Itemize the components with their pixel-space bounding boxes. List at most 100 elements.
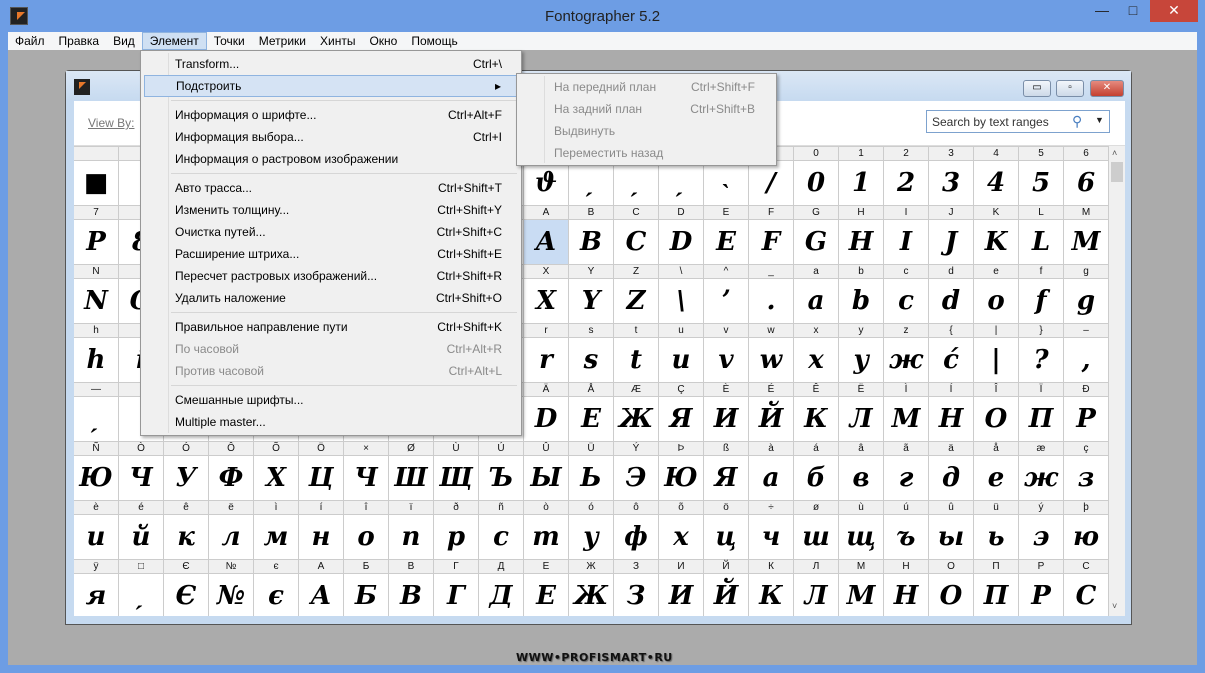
- search-input[interactable]: Search by text ranges ⚲ ▼: [926, 110, 1110, 133]
- glyph-cell[interactable]: ь: [974, 515, 1019, 559]
- glyph-cell[interactable]: э: [1019, 515, 1064, 559]
- glyph-cell[interactable]: H: [839, 220, 884, 264]
- glyph-cell[interactable]: Н: [929, 397, 974, 441]
- glyph-cell[interactable]: a: [794, 279, 839, 323]
- glyph-cell[interactable]: г: [884, 456, 929, 500]
- menu-item[interactable]: Информация о шрифте... Ctrl+Alt+F: [144, 104, 518, 126]
- glyph-cell[interactable]: 5: [1019, 161, 1064, 205]
- glyph-cell[interactable]: у: [569, 515, 614, 559]
- glyph-cell[interactable]: М: [884, 397, 929, 441]
- glyph-cell[interactable]: О: [929, 574, 974, 616]
- menu-6[interactable]: Хинты: [313, 32, 362, 50]
- glyph-cell[interactable]: /: [749, 161, 794, 205]
- glyph-cell[interactable]: r: [524, 338, 569, 382]
- glyph-cell[interactable]: 1: [839, 161, 884, 205]
- glyph-cell[interactable]: E: [704, 220, 749, 264]
- glyph-cell[interactable]: В: [389, 574, 434, 616]
- menu-0[interactable]: Файл: [8, 32, 52, 50]
- glyph-cell[interactable]: ъ: [884, 515, 929, 559]
- glyph-cell[interactable]: о: [344, 515, 389, 559]
- glyph-cell[interactable]: с: [479, 515, 524, 559]
- glyph-cell[interactable]: o: [974, 279, 1019, 323]
- view-by-link[interactable]: View By:: [88, 116, 134, 130]
- scroll-down-icon[interactable]: ˅: [1112, 601, 1117, 611]
- menu-5[interactable]: Метрики: [252, 32, 313, 50]
- submenu-item[interactable]: Выдвинуть: [520, 120, 775, 142]
- glyph-cell[interactable]: Ь: [569, 456, 614, 500]
- glyph-cell[interactable]: B: [569, 220, 614, 264]
- glyph-cell[interactable]: N: [74, 279, 119, 323]
- menu-item[interactable]: Авто трасса... Ctrl+Shift+T: [144, 177, 518, 199]
- glyph-cell[interactable]: Ц: [299, 456, 344, 500]
- glyph-cell[interactable]: т: [524, 515, 569, 559]
- menu-item[interactable]: Информация выбора... Ctrl+I: [144, 126, 518, 148]
- glyph-cell[interactable]: ʼ: [704, 279, 749, 323]
- glyph-cell[interactable]: f: [1019, 279, 1064, 323]
- glyph-cell[interactable]: ˏ: [614, 161, 659, 205]
- glyph-cell[interactable]: Щ: [434, 456, 479, 500]
- glyph-cell[interactable]: ˴: [704, 161, 749, 205]
- glyph-cell[interactable]: M: [1064, 220, 1109, 264]
- glyph-cell[interactable]: Е: [524, 574, 569, 616]
- glyph-cell[interactable]: З: [614, 574, 659, 616]
- glyph-cell[interactable]: K: [974, 220, 1019, 264]
- glyph-cell[interactable]: п: [389, 515, 434, 559]
- glyph-cell[interactable]: J: [929, 220, 974, 264]
- font-window-icon[interactable]: [74, 79, 90, 95]
- glyph-cell[interactable]: y: [839, 338, 884, 382]
- glyph-cell[interactable]: Ю: [659, 456, 704, 500]
- menu-item[interactable]: Пересчет растровых изображений... Ctrl+Sh…: [144, 265, 518, 287]
- glyph-cell[interactable]: ϑ: [524, 161, 569, 205]
- glyph-cell[interactable]: |: [974, 338, 1019, 382]
- menu-item[interactable]: Информация о растровом изображении: [144, 148, 518, 170]
- glyph-cell[interactable]: Й: [749, 397, 794, 441]
- menu-item[interactable]: Расширение штриха... Ctrl+Shift+E: [144, 243, 518, 265]
- glyph-cell[interactable]: з: [1064, 456, 1109, 500]
- glyph-cell[interactable]: 3: [929, 161, 974, 205]
- glyph-cell[interactable]: р: [434, 515, 479, 559]
- glyph-cell[interactable]: Г: [434, 574, 479, 616]
- glyph-cell[interactable]: 2: [884, 161, 929, 205]
- glyph-cell[interactable]: Р: [1064, 397, 1109, 441]
- glyph-cell[interactable]: ■: [74, 161, 119, 205]
- glyph-cell[interactable]: ы: [929, 515, 974, 559]
- menu-item[interactable]: Очистка путей... Ctrl+Shift+C: [144, 221, 518, 243]
- maximize-button[interactable]: □: [1118, 0, 1148, 22]
- submenu-item[interactable]: Переместить назад: [520, 142, 775, 164]
- glyph-cell[interactable]: л: [209, 515, 254, 559]
- glyph-cell[interactable]: Ж: [569, 574, 614, 616]
- glyph-cell[interactable]: 0: [794, 161, 839, 205]
- scrollbar-thumb[interactable]: [1111, 162, 1123, 182]
- glyph-cell[interactable]: О: [974, 397, 1019, 441]
- glyph-cell[interactable]: ж: [884, 338, 929, 382]
- glyph-cell[interactable]: Я: [659, 397, 704, 441]
- glyph-cell[interactable]: u: [659, 338, 704, 382]
- menu-item[interactable]: Подстроить ▸: [144, 75, 518, 97]
- glyph-cell[interactable]: ,: [1064, 338, 1109, 382]
- scroll-up-icon[interactable]: ˄: [1112, 148, 1117, 158]
- glyph-cell[interactable]: Е: [569, 397, 614, 441]
- glyph-cell[interactable]: X: [524, 279, 569, 323]
- glyph-cell[interactable]: ˏ: [569, 161, 614, 205]
- glyph-cell[interactable]: Э: [614, 456, 659, 500]
- menu-7[interactable]: Окно: [362, 32, 404, 50]
- glyph-cell[interactable]: И: [704, 397, 749, 441]
- glyph-cell[interactable]: Й: [704, 574, 749, 616]
- glyph-cell[interactable]: h: [74, 338, 119, 382]
- glyph-cell[interactable]: К: [794, 397, 839, 441]
- glyph-cell[interactable]: D: [659, 220, 704, 264]
- menu-item[interactable]: Смешанные шрифты...: [144, 389, 518, 411]
- submenu-item[interactable]: На передний план Ctrl+Shift+F: [520, 76, 775, 98]
- glyph-cell[interactable]: Z: [614, 279, 659, 323]
- menu-item[interactable]: Правильное направление пути Ctrl+Shift+K: [144, 316, 518, 338]
- glyph-cell[interactable]: A: [524, 220, 569, 264]
- glyph-cell[interactable]: в: [839, 456, 884, 500]
- glyph-cell[interactable]: Я: [704, 456, 749, 500]
- glyph-cell[interactable]: ш: [794, 515, 839, 559]
- menu-1[interactable]: Правка: [52, 32, 107, 50]
- glyph-cell[interactable]: ˏ: [119, 574, 164, 616]
- glyph-cell[interactable]: P: [74, 220, 119, 264]
- glyph-cell[interactable]: к: [164, 515, 209, 559]
- glyph-cell[interactable]: w: [749, 338, 794, 382]
- glyph-cell[interactable]: c: [884, 279, 929, 323]
